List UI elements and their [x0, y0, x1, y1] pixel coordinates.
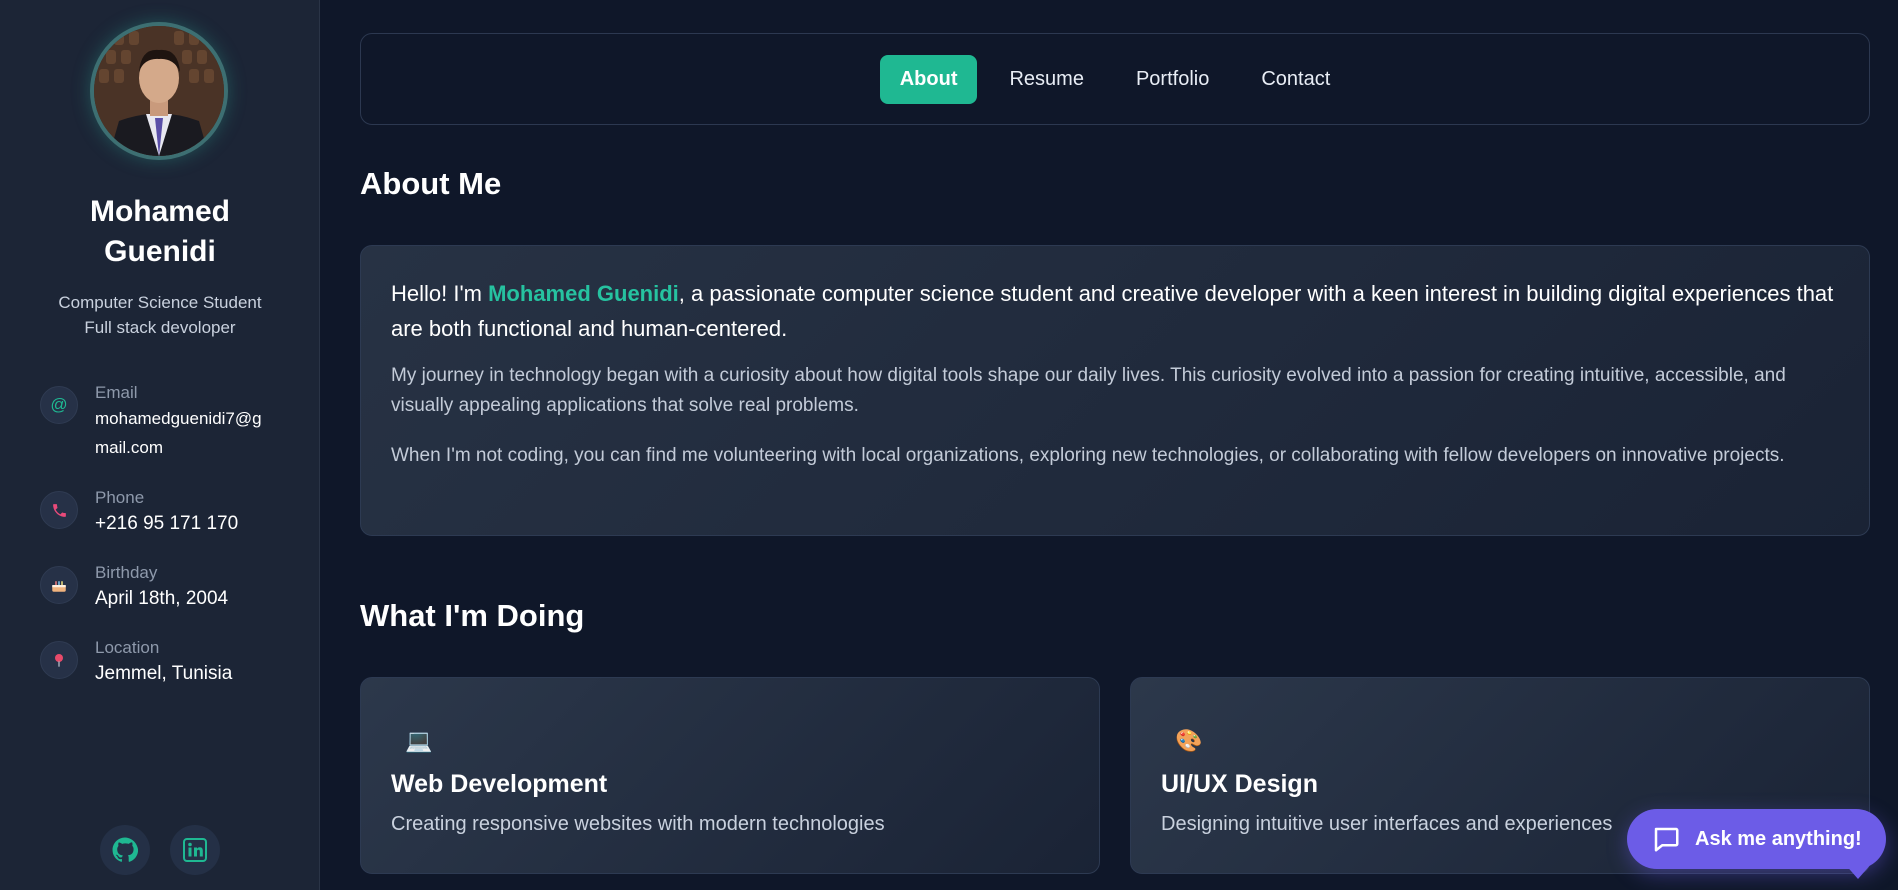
service-card-web: 💻 Web Development Creating responsive we…	[360, 677, 1100, 874]
doing-title: What I'm Doing	[360, 598, 585, 633]
main-content: About Resume Portfolio Contact About Me …	[320, 0, 1898, 890]
about-title: About Me	[360, 166, 502, 201]
nav-resume[interactable]: Resume	[989, 55, 1103, 104]
pin-icon	[40, 641, 78, 679]
nav-about[interactable]: About	[879, 54, 978, 104]
contact-birthday: Birthday April 18th, 2004	[40, 562, 290, 613]
service-desc: Creating responsive websites with modern…	[391, 813, 885, 835]
app: Mohamed Guenidi Computer Science Student…	[0, 0, 1898, 890]
service-title: UI/UX Design	[1161, 770, 1318, 798]
nav-contact[interactable]: Contact	[1241, 55, 1350, 104]
contact-email-label: Email	[95, 383, 138, 402]
cake-icon	[40, 566, 78, 604]
chat-button[interactable]: Ask me anything!	[1627, 809, 1886, 879]
contact-location-value: Jemmel, Tunisia	[95, 663, 233, 684]
profile-name: Mohamed Guenidi	[89, 195, 230, 268]
palette-icon: 🎨	[1175, 728, 1203, 753]
about-card: Hello! I'm Mohamed Guenidi, a passionate…	[360, 245, 1870, 536]
github-icon	[112, 837, 138, 862]
about-paragraph-2: When I'm not coding, you can find me vol…	[391, 445, 1785, 466]
contact-location: Location Jemmel, Tunisia	[40, 637, 290, 688]
linkedin-icon	[183, 838, 207, 862]
contact-location-label: Location	[95, 638, 160, 657]
contact-email-value[interactable]: mohamedguenidi7@gmail.com	[95, 404, 275, 462]
chat-icon	[1654, 827, 1679, 852]
sidebar: Mohamed Guenidi Computer Science Student…	[0, 0, 320, 890]
contact-birthday-label: Birthday	[95, 563, 158, 582]
social-links	[100, 825, 220, 875]
profile-role: Computer Science Student Full stack devo…	[0, 290, 320, 340]
about-lead: Hello! I'm Mohamed Guenidi, a passionate…	[391, 276, 1839, 346]
contact-phone: Phone +216 95 171 170	[40, 487, 290, 538]
about-lead-name: Mohamed Guenidi	[488, 281, 679, 306]
contact-phone-label: Phone	[95, 488, 145, 507]
navbar: About Resume Portfolio Contact	[360, 33, 1870, 125]
contact-birthday-value: April 18th, 2004	[95, 588, 229, 609]
chat-label: Ask me anything!	[1695, 827, 1862, 850]
profile-role-line-1: Computer Science Student	[58, 293, 262, 312]
linkedin-link[interactable]	[170, 825, 220, 875]
nav-portfolio[interactable]: Portfolio	[1116, 55, 1229, 104]
about-paragraph-1: My journey in technology began with a cu…	[391, 365, 1786, 416]
about-lead-prefix: Hello! I'm	[391, 281, 489, 306]
contact-email: @ Email mohamedguenidi7@gmail.com	[40, 382, 290, 462]
service-title: Web Development	[391, 770, 608, 798]
profile-role-line-2: Full stack devoloper	[84, 318, 236, 337]
avatar	[90, 22, 228, 160]
laptop-icon: 💻	[405, 728, 433, 753]
at-icon: @	[40, 386, 78, 424]
github-link[interactable]	[100, 825, 150, 875]
contact-phone-value[interactable]: +216 95 171 170	[95, 509, 238, 538]
phone-icon	[40, 491, 78, 529]
avatar-photo	[94, 26, 224, 156]
